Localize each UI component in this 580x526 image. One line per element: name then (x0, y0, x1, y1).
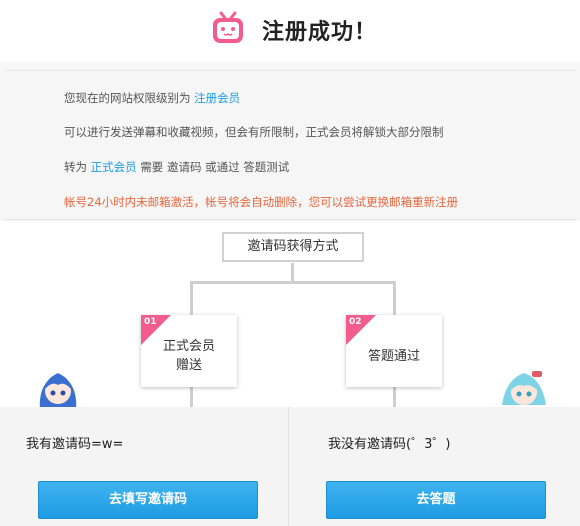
connector-horizontal (190, 281, 396, 284)
has-invite-code-label: 我有邀请码=w= (26, 437, 124, 452)
registered-member-link[interactable]: 注册会员 (194, 91, 240, 105)
header: 注册成功！ (0, 0, 580, 62)
badge-number: 01 (144, 317, 157, 327)
connector-left-bottom (190, 387, 193, 407)
no-invite-code-label: 我没有邀请码(゜3゜) (328, 437, 451, 452)
enter-invite-code-button[interactable]: 去填写邀请码 (38, 481, 258, 519)
upgrade-line: 转为 正式会员 需要 邀请码 或通过 答题测试 (64, 159, 289, 175)
chibi-character-right-icon (502, 371, 546, 405)
quiz-test-text: 答题测试 (243, 160, 290, 174)
method-card-formal-member: 01 正式会员 赠送 (141, 315, 237, 387)
page-title: 注册成功！ (262, 20, 378, 45)
account-info-panel: 您现在的网站权限级别为 注册会员 可以进行发送弹幕和收藏视频，但会有所限制，正式… (4, 70, 576, 220)
take-quiz-button[interactable]: 去答题 (326, 481, 546, 519)
badge-number-wrap: 02 (346, 315, 376, 345)
upgrade-text-d: 或通过 (205, 160, 240, 174)
invite-code-text: 邀请码 (166, 160, 202, 174)
connector-right-bottom (393, 387, 396, 407)
connector-left-down (190, 281, 193, 317)
chibi-character-left-icon (39, 373, 77, 409)
card-label: 正式会员 赠送 (141, 337, 237, 375)
card-label-line1: 正式会员 (162, 339, 215, 354)
invite-method-diagram: 邀请码获得方式 01 正式会员 赠送 02 答题通过 (0, 221, 580, 409)
permission-text: 您现在的网站权限级别为 (64, 91, 191, 105)
card-label: 答题通过 (367, 349, 420, 364)
method-card-quiz: 02 答题通过 (346, 315, 442, 387)
has-invite-code-panel: 我有邀请码=w= 去填写邀请码 (0, 407, 289, 526)
invite-method-title: 邀请码获得方式 (222, 232, 364, 262)
upgrade-text-a: 转为 (64, 160, 87, 174)
card-label-line2: 赠送 (175, 358, 202, 373)
permission-description: 可以进行发送弹幕和收藏视频，但会有所限制，正式会员将解锁大部分限制 (64, 125, 444, 139)
upgrade-text-b: 需要 (140, 160, 164, 174)
connector-vertical-top (291, 263, 294, 283)
no-invite-code-panel: 我没有邀请码(゜3゜) 去答题 (290, 407, 580, 526)
connector-right-down (393, 281, 396, 317)
permission-line: 您现在的网站权限级别为 注册会员 (64, 90, 240, 106)
formal-member-link[interactable]: 正式会员 (91, 160, 137, 174)
badge-number: 02 (349, 317, 362, 327)
bilibili-tv-icon (213, 11, 243, 43)
activation-warning: 帐号24小时内未邮箱激活，帐号将会自动删除，您可以尝试更换邮箱重新注册 (64, 195, 459, 209)
